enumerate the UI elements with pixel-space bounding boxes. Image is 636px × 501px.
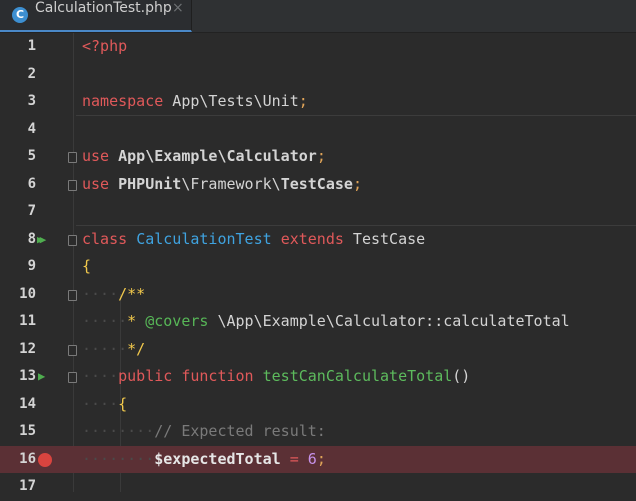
code-line: 17 [0,473,636,501]
fold-icon[interactable] [68,179,77,191]
line-number: 1 [27,38,36,54]
line-code[interactable]: ········// Expected result: [82,418,326,446]
line-number: 11 [19,313,36,329]
fold-icon[interactable] [68,152,77,163]
code-line: 3 namespace App\Tests\Unit; [0,88,636,116]
fold-icon[interactable] [68,344,77,356]
code-line: 7 [0,198,636,226]
code-line: 9 { [0,253,636,281]
run-method-icon[interactable]: ▶ [38,369,45,383]
code-line: 1 <?php [0,33,636,61]
code-line: 6 use PHPUnit\Framework\TestCase; [0,171,636,199]
line-code[interactable]: ····{ [82,391,127,419]
code-line: 10 ····/** [0,281,636,309]
php-open-tag: <?php [82,37,128,55]
fold-icon[interactable] [68,234,77,246]
code-line: 5 use App\Example\Calculator; [0,143,636,171]
line-code[interactable]: { [82,253,91,281]
line-number: 3 [27,93,36,109]
code-line-breakpoint: 16 ········$expectedTotal = 6; [0,445,636,474]
breakpoint-icon[interactable] [38,452,52,467]
code-line: 14 ····{ [0,391,636,419]
fold-icon[interactable] [68,289,77,301]
tab-label: CalculationTest.php [35,0,172,16]
line-number: 16 [19,450,36,467]
line-code[interactable]: ········$expectedTotal = 6; [82,446,326,474]
editor-tab-bar: C CalculationTest.php × [0,0,636,33]
line-number: 4 [27,120,36,137]
line-number: 6 [27,175,36,192]
line-code[interactable]: use PHPUnit\Framework\TestCase; [82,171,362,199]
code-line: 4 [0,116,636,144]
line-number: 5 [27,148,36,164]
line-number: 2 [27,65,36,82]
line-code[interactable]: class CalculationTest extends TestCase [82,226,425,254]
line-code[interactable]: ·····* @covers \App\Example\Calculator::… [82,308,570,336]
line-number: 13 [19,368,36,384]
php-class-icon: C [12,7,28,23]
code-line: 12 ·····*/ [0,336,636,364]
close-icon[interactable]: × [172,0,184,32]
fold-icon[interactable] [68,372,77,383]
line-code[interactable]: ·····*/ [82,336,145,364]
line-number: 12 [19,340,36,357]
code-line: 13 ▶ ····public function testCanCalculat… [0,363,636,391]
line-code[interactable]: use App\Example\Calculator; [82,143,326,171]
line-number: 8 [27,230,36,247]
line-number: 17 [19,478,36,494]
line-number: 9 [27,258,36,274]
line-code[interactable]: ····/** [82,281,145,309]
line-number: 14 [19,395,36,412]
code-line: 2 [0,61,636,89]
code-line: 8 ▶▶ class CalculationTest extends TestC… [0,226,636,254]
line-number: 7 [27,203,36,219]
line-code[interactable]: <?php [82,33,127,61]
run-class-icon[interactable]: ▶▶ [37,233,46,246]
code-line: 15 ········// Expected result: [0,418,636,446]
line-number: 15 [19,423,36,439]
code-line: 11 ·····* @covers \App\Example\Calculato… [0,308,636,336]
code-editor[interactable]: 1 <?php 2 3 namespace App\Tests\Unit; 4 … [0,33,636,494]
line-number: 10 [19,285,36,302]
line-code[interactable]: namespace App\Tests\Unit; [82,88,308,116]
line-code[interactable]: ····public function testCanCalculateTota… [82,363,470,391]
tab-calculation-test[interactable]: C CalculationTest.php × [0,0,192,32]
